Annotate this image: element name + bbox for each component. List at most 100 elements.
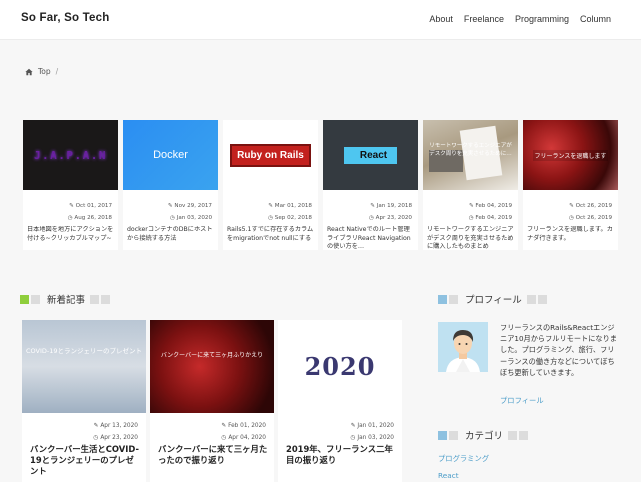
thumb-text: リモートワークするエンジニアがデスク周りを充実させるために… (429, 143, 512, 157)
article-thumbnail[interactable]: COVID-19とランジェリーのプレゼント (22, 320, 146, 413)
card-title[interactable]: Rails5.1すでに存在するカラムをmigrationでnot nullにする (227, 226, 315, 243)
nav-about[interactable]: About (429, 14, 453, 24)
profile-description: フリーランスのRails&Reactエンジニア10月からフルリモートになりました… (500, 323, 617, 377)
card-thumbnail[interactable]: Docker (123, 120, 218, 190)
heading-square-icon (519, 430, 529, 440)
updated-date: Jan 19, 2018 (376, 203, 412, 209)
carousel-card[interactable]: React ✎ Jan 19, 2018 ◷ Apr 23, 2020 Reac… (323, 120, 418, 250)
profile-widget: フリーランスのRails&Reactエンジニア10月からフルリモートになりました… (438, 320, 618, 410)
article-dates: ✎ Apr 13, 2020 ◷ Apr 23, 2020 (93, 423, 138, 441)
updated-date: Jan 01, 2020 (357, 423, 394, 429)
card-title[interactable]: リモートワークするエンジニアがデスク周りを充実させるために購入したものまとめ (427, 226, 515, 250)
carousel-card[interactable]: J.A.P.A.N ✎ Oct 01, 2017 ◷ Aug 26, 2018 … (23, 120, 118, 250)
main-nav: About Freelance Programming Column (429, 14, 611, 24)
card-dates: ✎ Oct 26, 2019 ◷ Oct 26, 2019 (568, 203, 612, 221)
thumb-text: 2020 (304, 352, 376, 381)
article-title[interactable]: バンクーバーに来て三ヶ月たったので振り返り (158, 444, 268, 466)
category-heading: カテゴリ (438, 428, 530, 442)
card-dates: ✎ Feb 04, 2019 ◷ Feb 04, 2019 (468, 203, 512, 221)
card-title[interactable]: dockerコンテナのDBにホストから接続する方法 (127, 226, 215, 243)
card-thumbnail[interactable]: フリーランスを退職します (523, 120, 618, 190)
profile-link[interactable]: プロフィール (500, 396, 544, 406)
breadcrumb: Top / (25, 67, 58, 76)
article-title[interactable]: 2019年、フリーランス二年目の振り返り (286, 444, 396, 466)
carousel-card[interactable]: Docker ✎ Nov 29, 2017 ◷ Jan 03, 2020 doc… (123, 120, 218, 250)
article-card[interactable]: バンクーバーに来て三ヶ月ふりかえり ✎ Feb 01, 2020 ◷ Apr 0… (150, 320, 274, 482)
carousel-card[interactable]: フリーランスを退職します ✎ Oct 26, 2019 ◷ Oct 26, 20… (523, 120, 618, 250)
card-dates: ✎ Mar 01, 2018 ◷ Sep 02, 2018 (268, 203, 312, 221)
carousel-card[interactable]: Ruby on Rails ✎ Mar 01, 2018 ◷ Sep 02, 2… (223, 120, 318, 250)
published-date: Jan 03, 2020 (176, 214, 212, 221)
card-dates: ✎ Jan 19, 2018 ◷ Apr 23, 2020 (368, 203, 412, 221)
heading-square-icon (449, 430, 458, 440)
nav-programming[interactable]: Programming (515, 14, 569, 24)
heading-square-icon (90, 294, 100, 304)
thumb-text: COVID-19とランジェリーのプレゼント (25, 347, 143, 355)
site-title[interactable]: So Far, So Tech (21, 12, 109, 24)
updated-date: Feb 01, 2020 (228, 423, 266, 429)
section-title: プロフィール (465, 295, 522, 306)
nav-column[interactable]: Column (580, 14, 611, 24)
thumb-text: React (343, 146, 398, 164)
card-title[interactable]: React Nativeでのルート管理ライブラリReact Navigation… (327, 226, 415, 250)
article-title[interactable]: バンクーバー生活とCOVID-19とランジェリーのプレゼント (30, 444, 140, 477)
card-thumbnail[interactable]: React (323, 120, 418, 190)
article-card[interactable]: COVID-19とランジェリーのプレゼント ✎ Apr 13, 2020 ◷ A… (22, 320, 146, 482)
heading-square-icon (537, 294, 547, 304)
thumb-text: フリーランスを退職します (532, 149, 609, 161)
card-dates: ✎ Oct 01, 2017 ◷ Aug 26, 2018 (67, 203, 112, 221)
breadcrumb-separator: / (55, 67, 59, 76)
card-thumbnail[interactable]: リモートワークするエンジニアがデスク周りを充実させるために… (423, 120, 518, 190)
profile-heading: プロフィール (438, 292, 549, 306)
site-header: So Far, So Tech About Freelance Programm… (0, 0, 641, 40)
published-date: Apr 23, 2020 (100, 435, 138, 441)
section-title: カテゴリ (465, 431, 504, 442)
updated-date: Oct 26, 2019 (575, 203, 612, 209)
thumb-text: Docker (153, 149, 188, 161)
category-item-programming[interactable]: プログラミング (438, 450, 489, 467)
published-date: Jan 03, 2020 (357, 435, 394, 441)
updated-date: Nov 29, 2017 (174, 203, 212, 209)
category-list: プログラミング React (438, 450, 489, 482)
article-thumbnail[interactable]: バンクーバーに来て三ヶ月ふりかえり (150, 320, 274, 413)
heading-square-icon (438, 294, 447, 304)
heading-square-icon (449, 294, 458, 304)
avatar-illustration-icon (438, 322, 488, 372)
new-articles-grid: COVID-19とランジェリーのプレゼント ✎ Apr 13, 2020 ◷ A… (22, 320, 402, 482)
heading-square-icon (438, 430, 447, 440)
category-item-react[interactable]: React (438, 467, 489, 482)
home-icon[interactable] (25, 68, 33, 76)
heading-square-icon (20, 294, 29, 304)
updated-date: Oct 01, 2017 (75, 203, 112, 209)
published-date: Sep 02, 2018 (274, 214, 312, 221)
heading-square-icon (508, 430, 518, 440)
heading-square-icon (526, 294, 536, 304)
updated-date: Mar 01, 2018 (274, 203, 312, 209)
card-title[interactable]: 日本地図を地方にアクションを付ける~クリッカブルマップ~ (27, 226, 115, 243)
updated-date: Feb 04, 2019 (475, 203, 512, 209)
carousel-card[interactable]: リモートワークするエンジニアがデスク周りを充実させるために… ✎ Feb 04,… (423, 120, 518, 250)
new-articles-heading: 新着記事 (20, 292, 112, 306)
card-thumbnail[interactable]: Ruby on Rails (223, 120, 318, 190)
section-title: 新着記事 (47, 295, 86, 306)
card-thumbnail[interactable]: J.A.P.A.N (23, 120, 118, 190)
published-date: Feb 04, 2019 (475, 214, 512, 221)
article-dates: ✎ Jan 01, 2020 ◷ Jan 03, 2020 (350, 423, 395, 441)
article-card[interactable]: 2020 ✎ Jan 01, 2020 ◷ Jan 03, 2020 2019年… (278, 320, 402, 482)
nav-freelance[interactable]: Freelance (464, 14, 504, 24)
card-dates: ✎ Nov 29, 2017 ◷ Jan 03, 2020 (167, 203, 212, 221)
updated-date: Apr 13, 2020 (100, 423, 138, 429)
thumb-text: Ruby on Rails (230, 143, 311, 167)
published-date: Apr 04, 2020 (228, 435, 266, 441)
thumb-text: バンクーバーに来て三ヶ月ふりかえり (160, 352, 264, 359)
published-date: Apr 23, 2020 (375, 214, 412, 221)
featured-carousel: J.A.P.A.N ✎ Oct 01, 2017 ◷ Aug 26, 2018 … (23, 120, 619, 250)
published-date: Aug 26, 2018 (74, 214, 112, 221)
heading-square-icon (101, 294, 111, 304)
breadcrumb-top[interactable]: Top (38, 67, 51, 76)
article-thumbnail[interactable]: 2020 (278, 320, 402, 413)
heading-square-icon (31, 294, 40, 304)
published-date: Oct 26, 2019 (575, 214, 612, 221)
avatar (438, 322, 488, 372)
card-title[interactable]: フリーランスを退職します。カナダ行きます。 (527, 226, 615, 243)
